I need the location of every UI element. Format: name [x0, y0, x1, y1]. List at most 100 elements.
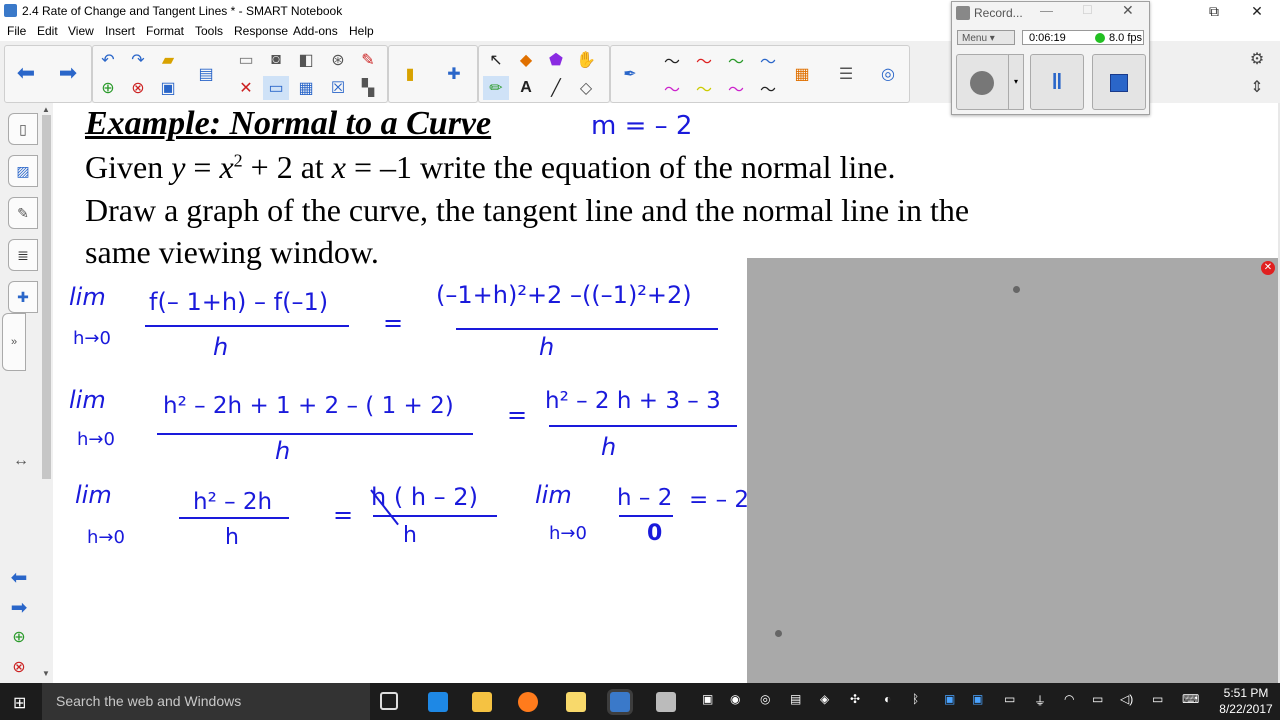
open-folder-icon[interactable]: ▰	[155, 48, 181, 72]
smart-tray-icon[interactable]: ▣	[944, 692, 955, 706]
record-button[interactable]	[956, 54, 1010, 110]
gallery-icon[interactable]: ▮	[397, 62, 423, 86]
whiteboard-canvas[interactable]: Example: Normal to a Curve m = – 2 Given…	[53, 103, 1278, 683]
pen-style-black[interactable]: 〜	[659, 48, 685, 72]
pen-style-magenta[interactable]: 〜	[659, 76, 685, 100]
wifi-icon[interactable]: ◠	[1064, 692, 1074, 706]
notifications-icon[interactable]: ▭	[1152, 692, 1163, 706]
record-options-dropdown[interactable]: ▾	[1008, 54, 1024, 110]
keyboard-icon[interactable]: ⌨	[1182, 692, 1199, 706]
clear-ink-icon[interactable]: ✎	[355, 48, 381, 72]
smart-notebook-taskbar-icon[interactable]	[610, 692, 630, 712]
resize-handle-icon[interactable]: ↔	[8, 449, 34, 473]
scroll-up-icon[interactable]: ▲	[42, 105, 50, 114]
menu-view[interactable]: View	[68, 24, 94, 38]
edge-browser-icon[interactable]	[428, 692, 448, 712]
pause-button[interactable]: ‖	[1030, 54, 1084, 110]
menu-response[interactable]: Response	[234, 24, 288, 38]
screen-shade-panel[interactable]	[747, 258, 1278, 683]
menu-edit[interactable]: Edit	[37, 24, 58, 38]
delete-page-icon[interactable]: ⊗	[125, 76, 151, 100]
smart-ink-icon[interactable]: ▣	[972, 692, 983, 706]
location-icon[interactable]: ◉	[730, 692, 740, 706]
properties-icon[interactable]: ☰	[833, 62, 859, 86]
collapse-sidebar-icon[interactable]: »	[2, 313, 26, 371]
menu-file[interactable]: File	[7, 24, 26, 38]
pen-style-dotted[interactable]: 〜	[755, 76, 781, 100]
gallery-tab[interactable]: ▨	[8, 155, 38, 187]
close-shade-icon[interactable]: ✕	[1261, 261, 1275, 275]
shade-handle-dot[interactable]	[775, 630, 782, 637]
menu-addons[interactable]: Add-ons	[293, 24, 338, 38]
pen-style-red[interactable]: 〜	[691, 48, 717, 72]
scroll-down-icon[interactable]: ▼	[42, 669, 50, 678]
tray-display-icon[interactable]: ▭	[1004, 692, 1015, 706]
addons-icon[interactable]: ✚	[441, 62, 467, 86]
magic-pen-icon[interactable]: ✋	[573, 48, 599, 72]
forward-arrow-icon[interactable]: ➡	[55, 60, 81, 85]
addons-tab[interactable]: ✚	[8, 281, 38, 313]
clock-date[interactable]: 8/22/2017	[1216, 702, 1276, 716]
notes-icon[interactable]: ▤	[790, 692, 801, 706]
tray-icon[interactable]: ◈	[820, 692, 829, 706]
bluetooth-icon[interactable]: ᛒ	[912, 692, 919, 706]
clock-time[interactable]: 5:51 PM	[1216, 686, 1276, 700]
paste-icon[interactable]: ▭	[233, 48, 259, 72]
delete-page-icon[interactable]: ⊗	[6, 655, 32, 679]
move-toolbar-icon[interactable]: ⇕	[1244, 75, 1270, 99]
next-page-arrow-icon[interactable]: ➡	[6, 595, 32, 619]
select-icon[interactable]: ↖	[483, 48, 509, 72]
add-page-icon[interactable]: ⊕	[6, 625, 32, 649]
menu-insert[interactable]: Insert	[105, 24, 135, 38]
settings-icon[interactable]: ⚙	[1244, 47, 1270, 71]
firefox-icon[interactable]	[518, 692, 538, 712]
pen-style-green[interactable]: 〜	[723, 48, 749, 72]
fill-icon[interactable]: ⬟	[543, 48, 569, 72]
close-button[interactable]: ✕	[1234, 0, 1280, 22]
recorder-icon[interactable]: ▚	[355, 76, 381, 100]
pen-style-dashed[interactable]: 〜	[723, 76, 749, 100]
delete-icon[interactable]: ✕	[233, 76, 259, 100]
restore-button[interactable]: ⧉	[1191, 0, 1237, 22]
network-share-icon[interactable]: ✣	[850, 692, 860, 706]
taskbar-search[interactable]: Search the web and Windows	[42, 683, 370, 720]
camera-icon[interactable]: ◙	[263, 48, 289, 72]
menu-help[interactable]: Help	[349, 24, 374, 38]
pens-icon[interactable]: ✏	[483, 76, 509, 100]
text-icon[interactable]: A	[513, 76, 539, 100]
color-palette-icon[interactable]: ▦	[789, 62, 815, 86]
recorder-taskbar-icon[interactable]	[656, 692, 676, 712]
attachments-tab[interactable]: ✎	[8, 197, 38, 229]
menu-format[interactable]: Format	[146, 24, 184, 38]
tray-app-icon[interactable]: ▣	[702, 692, 713, 706]
volume-icon[interactable]: ◁)	[1120, 692, 1133, 706]
usb-icon[interactable]: ⏚	[1034, 692, 1046, 709]
task-view-icon[interactable]	[380, 692, 398, 710]
recorder-menu-dropdown[interactable]: Menu ▾	[957, 30, 1015, 45]
magnifier-icon[interactable]: ⊛	[325, 48, 351, 72]
redo-icon[interactable]: ↷	[125, 48, 151, 72]
folder-icon[interactable]	[566, 692, 586, 712]
table-icon[interactable]: ▦	[293, 76, 319, 100]
back-arrow-icon[interactable]: ⬅	[13, 60, 39, 85]
scroll-thumb[interactable]	[42, 115, 51, 479]
page-sorter-tab[interactable]: ▯	[8, 113, 38, 145]
close-icon[interactable]: ☒	[325, 76, 351, 100]
shade-handle-dot[interactable]	[1013, 286, 1020, 293]
eraser-icon[interactable]: ◇	[573, 76, 599, 100]
vertical-scrollbar[interactable]: ▲ ▼	[40, 103, 54, 683]
file-explorer-icon[interactable]	[472, 692, 492, 712]
maximize-icon[interactable]: ☐	[1082, 3, 1093, 17]
add-page-icon[interactable]: ⊕	[95, 76, 121, 100]
battery-icon[interactable]: ▭	[1092, 692, 1103, 706]
stop-button[interactable]	[1092, 54, 1146, 110]
undo-icon[interactable]: ↶	[95, 48, 121, 72]
pen-style-blue[interactable]: 〜	[755, 48, 781, 72]
shapes-icon[interactable]: ◆	[513, 48, 539, 72]
screen-shade-icon[interactable]: ▭	[263, 76, 289, 100]
fill-effects-icon[interactable]: ◎	[875, 62, 901, 86]
minimize-icon[interactable]: —	[1040, 3, 1053, 18]
chrome-icon[interactable]: ◎	[760, 692, 770, 706]
highlighter-icon[interactable]: ✒	[617, 62, 643, 86]
properties-tab[interactable]: ≣	[8, 239, 38, 271]
